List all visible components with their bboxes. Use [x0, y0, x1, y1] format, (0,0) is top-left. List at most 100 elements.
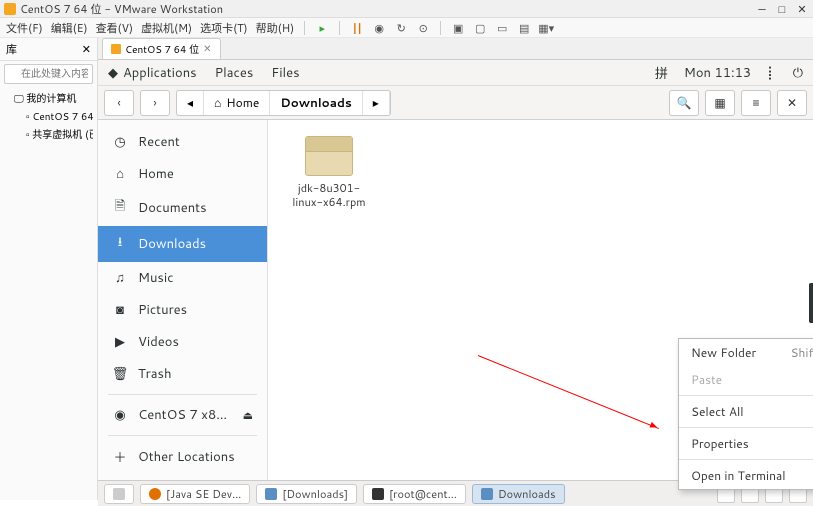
files-sidebar: ◷Recent ⌂Home 🗎Documents ⭳Downloads ♫Mus… [98, 120, 268, 480]
hamburger-button[interactable]: ≡ [741, 90, 771, 116]
tab-label: CentOS 7 64 位 [125, 41, 199, 57]
path-home[interactable]: ⌂ Home [204, 91, 270, 115]
firefox-icon [149, 488, 161, 500]
vm-tab[interactable]: CentOS 7 64 位 ✕ [102, 38, 221, 59]
library-header: 库 ✕ [0, 38, 97, 61]
applications-menu[interactable]: ◆ Applications [108, 64, 197, 82]
forward-button[interactable]: › [140, 90, 170, 116]
play-icon[interactable]: ▸ [315, 21, 329, 35]
files-window: ‹ › ◂ ⌂ Home Downloads ▸ 🔍 ▦ ≡ ✕ [98, 86, 813, 506]
vmware-titlebar: CentOS 7 64 位 - VMware Workstation — □ ✕ [0, 0, 813, 18]
menu-tabs[interactable]: 选项卡(T) [200, 20, 247, 36]
menu-view[interactable]: 查看(V) [96, 20, 134, 36]
taskbar-show-desktop[interactable] [104, 484, 134, 504]
pictures-icon: ◙ [112, 301, 128, 319]
taskbar-downloads-active[interactable]: Downloads [472, 484, 565, 504]
library-search-input[interactable] [4, 64, 93, 84]
gnome-topbar: ◆ Applications Places Files 拼 Mon 11:13 … [98, 60, 813, 86]
manage-icon[interactable]: ⊙ [416, 21, 430, 35]
documents-icon: 🗎 [112, 197, 128, 219]
snapshot-icon[interactable]: ◉ [372, 21, 386, 35]
revert-icon[interactable]: ↻ [394, 21, 408, 35]
menu-edit[interactable]: 编辑(E) [51, 20, 88, 36]
tree-root[interactable]: 🖵 我的计算机 [4, 89, 93, 107]
places-menu[interactable]: Places [215, 64, 254, 82]
eject-icon[interactable]: ⏏ [243, 407, 253, 423]
taskbar-downloads[interactable]: [Downloads] [256, 484, 357, 504]
tab-vm-icon [111, 44, 121, 54]
path-next[interactable]: ▸ [363, 91, 390, 115]
ctx-new-folder[interactable]: New FolderShift+Ctrl+N [679, 339, 813, 366]
sidebar-music[interactable]: ♫Music [98, 262, 267, 294]
power-icon[interactable]: ⏻ [793, 64, 803, 82]
library-tree: 🖵 我的计算机 ▫ CentOS 7 64 位 ▫ 共享虚拟机 (已弃用) [0, 87, 97, 145]
disk-icon: ◉ [112, 406, 128, 424]
context-menu: New FolderShift+Ctrl+N PasteCtrl+V Selec… [678, 338, 813, 490]
path-downloads[interactable]: Downloads [270, 91, 362, 115]
plus-icon: ＋ [112, 447, 128, 467]
ime-indicator[interactable]: 拼 [655, 63, 668, 83]
maximize-button[interactable]: □ [775, 1, 789, 17]
tree-vm[interactable]: ▫ CentOS 7 64 位 [4, 107, 93, 125]
sidebar-videos[interactable]: ▶Videos [98, 326, 267, 358]
clock[interactable]: Mon 11:13 [684, 64, 751, 82]
pause-icon[interactable]: || [350, 21, 364, 35]
settings-icon[interactable]: ▦▾ [539, 21, 553, 35]
sidebar-trash[interactable]: 🗑Trash [98, 358, 267, 390]
videos-icon: ▶ [112, 333, 128, 351]
path-bar: ◂ ⌂ Home Downloads ▸ [176, 90, 391, 116]
window-close-button[interactable]: ✕ [777, 90, 807, 116]
tab-close-icon[interactable]: ✕ [203, 42, 211, 56]
console-icon[interactable]: ▭ [495, 21, 509, 35]
minimize-button[interactable]: — [755, 1, 769, 17]
home-icon: ⌂ [112, 165, 128, 183]
library-title: 库 [6, 41, 17, 57]
search-button[interactable]: 🔍 [669, 90, 699, 116]
path-prev[interactable]: ◂ [177, 91, 204, 115]
back-button[interactable]: ‹ [104, 90, 134, 116]
clock-icon: ◷ [112, 133, 128, 151]
sidebar-home[interactable]: ⌂Home [98, 158, 267, 190]
unity-icon[interactable]: ▣ [451, 21, 465, 35]
sidebar-documents[interactable]: 🗎Documents [98, 190, 267, 226]
taskbar-terminal[interactable]: [root@cent… [363, 484, 466, 504]
vmware-tabstrip: CentOS 7 64 位 ✕ [98, 38, 813, 60]
files-content[interactable]: jdk-8u301-linux-x64.rpm New FolderShift+… [268, 120, 813, 480]
sidebar-pictures[interactable]: ◙Pictures [98, 294, 267, 326]
sidebar-other[interactable]: ＋Other Locations [98, 440, 267, 474]
thumbnail-icon[interactable]: ▤ [517, 21, 531, 35]
sidebar-downloads[interactable]: ⭳Downloads [98, 226, 267, 262]
trash-icon: 🗑 [112, 365, 128, 383]
fullscreen-icon[interactable]: ▢ [473, 21, 487, 35]
window-title: CentOS 7 64 位 - VMware Workstation [20, 1, 223, 17]
view-grid-button[interactable]: ▦ [705, 90, 735, 116]
gnome-hot-edge[interactable] [809, 283, 813, 323]
ctx-properties[interactable]: PropertiesCtrl+I [679, 430, 813, 457]
file-label: jdk-8u301-linux-x64.rpm [284, 181, 374, 210]
sidebar-recent[interactable]: ◷Recent [98, 126, 267, 158]
desktop-icon [113, 488, 125, 500]
package-icon [305, 136, 353, 176]
menu-vm[interactable]: 虚拟机(M) [141, 20, 192, 36]
menu-file[interactable]: 文件(F) [6, 20, 43, 36]
tree-shared[interactable]: ▫ 共享虚拟机 (已弃用) [4, 125, 93, 143]
library-close-icon[interactable]: ✕ [82, 41, 91, 57]
ctx-select-all[interactable]: Select AllCtrl+A [679, 398, 813, 425]
vmware-menubar: 文件(F) 编辑(E) 查看(V) 虚拟机(M) 选项卡(T) 帮助(H) ▸ … [0, 18, 813, 38]
guest-desktop: ◆ Applications Places Files 拼 Mon 11:13 … [98, 60, 813, 506]
ctx-open-terminal[interactable]: Open in Terminal [679, 462, 813, 489]
menu-help[interactable]: 帮助(H) [256, 20, 295, 36]
network-icon[interactable]: ⡇ [767, 64, 777, 82]
ctx-paste: PasteCtrl+V [679, 366, 813, 393]
folder-icon [265, 488, 277, 500]
file-jdk-rpm[interactable]: jdk-8u301-linux-x64.rpm [284, 136, 374, 210]
files-toolbar: ‹ › ◂ ⌂ Home Downloads ▸ 🔍 ▦ ≡ ✕ [98, 86, 813, 120]
taskbar-firefox[interactable]: [Java SE Dev… [140, 484, 250, 504]
close-button[interactable]: ✕ [795, 1, 809, 17]
music-icon: ♫ [112, 269, 128, 287]
files-menu[interactable]: Files [271, 64, 299, 82]
vmware-library-pane: 库 ✕ 🖵 我的计算机 ▫ CentOS 7 64 位 ▫ 共享虚拟机 (已弃用… [0, 38, 98, 500]
sidebar-disk[interactable]: ◉CentOS 7 x8…⏏ [98, 399, 267, 431]
library-search [4, 64, 93, 84]
terminal-icon [372, 488, 384, 500]
